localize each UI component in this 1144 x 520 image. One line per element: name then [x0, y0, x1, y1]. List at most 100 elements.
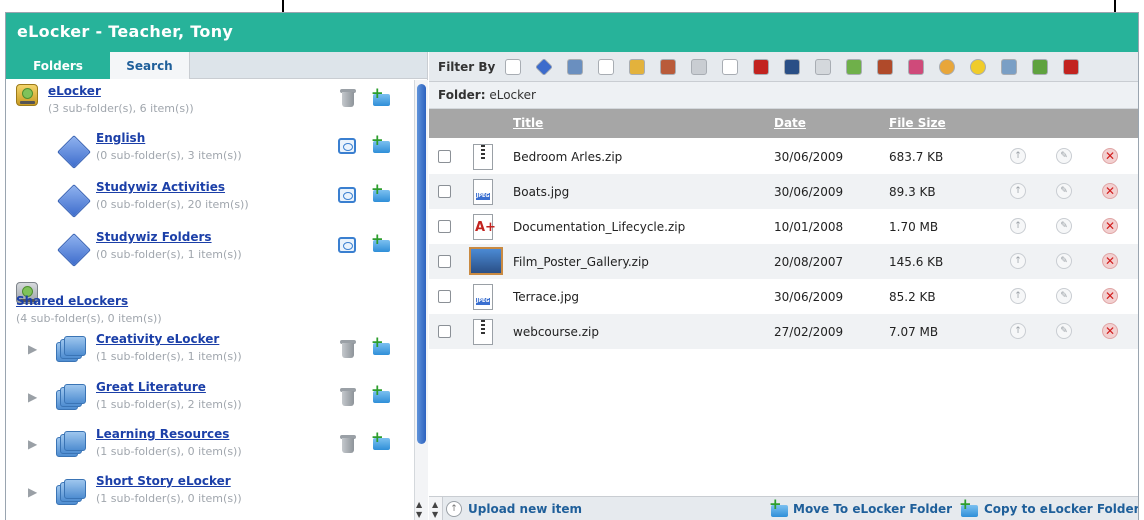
open-folder-icon[interactable]	[338, 237, 356, 253]
table-row[interactable]: A+ Documentation_Lifecycle.zip 10/01/2008 1…	[429, 209, 1138, 244]
note-icon[interactable]	[1001, 59, 1017, 75]
edit-icon[interactable]: ✎	[1056, 183, 1072, 199]
tree-node-title[interactable]: Learning Resources	[96, 427, 229, 441]
tree-node-title[interactable]: Creativity eLocker	[96, 332, 219, 346]
edit-icon[interactable]: ✎	[1056, 288, 1072, 304]
tree-node-title[interactable]: Studywiz Activities	[96, 180, 225, 194]
blue-diamond-icon[interactable]	[534, 57, 554, 77]
tree-node-elocker[interactable]: eLocker (3 sub-folder(s), 6 item(s)) +	[6, 80, 414, 126]
delete-icon[interactable]: ✕	[1102, 323, 1118, 339]
tree-node-title[interactable]: English	[96, 131, 145, 145]
add-folder-icon[interactable]: +	[371, 86, 391, 107]
pen-icon[interactable]	[908, 59, 924, 75]
upload-version-icon[interactable]: ↑	[1010, 218, 1026, 234]
expand-arrow-icon[interactable]: ▶	[28, 437, 37, 451]
upload-new-item-button[interactable]: Upload new item	[468, 502, 582, 516]
copy-to-elocker-button[interactable]: Copy to eLocker Folder	[984, 502, 1138, 516]
tree-node-learning-resources[interactable]: ▶ Learning Resources (1 sub-folder(s), 0…	[6, 423, 414, 469]
tab-search[interactable]: Search	[110, 52, 190, 79]
row-checkbox[interactable]	[438, 185, 451, 198]
delete-icon[interactable]: ✕	[1102, 288, 1118, 304]
row-checkbox[interactable]	[438, 255, 451, 268]
delete-icon[interactable]: ✕	[1102, 253, 1118, 269]
calendar-27-icon[interactable]	[753, 59, 769, 75]
column-date-header[interactable]: Date	[774, 116, 806, 130]
text-document-icon[interactable]	[598, 59, 614, 75]
expand-arrow-icon[interactable]: ▶	[28, 390, 37, 404]
table-row[interactable]: JPEG Boats.jpg 30/06/2009 89.3 KB ↑ ✎ ✕	[429, 174, 1138, 209]
table-row[interactable]: Bedroom Arles.zip 30/06/2009 683.7 KB ↑ ✎ ✕	[429, 139, 1138, 174]
table-row[interactable]: Film_Poster_Gallery.zip 20/08/2007 145.6 K…	[429, 244, 1138, 279]
file-name[interactable]: Documentation_Lifecycle.zip	[513, 220, 685, 234]
edit-icon[interactable]: ✎	[1056, 253, 1072, 269]
add-folder-icon[interactable]: +	[371, 232, 391, 253]
monitor-icon[interactable]	[1032, 59, 1048, 75]
open-folder-icon[interactable]	[338, 138, 356, 154]
file-name[interactable]: Boats.jpg	[513, 185, 569, 199]
scroll-up-arrow-icon[interactable]: ▲	[432, 500, 438, 509]
file-name[interactable]: Terrace.jpg	[513, 290, 579, 304]
move-to-elocker-button[interactable]: Move To eLocker Folder	[793, 502, 952, 516]
scroll-down-arrow-icon[interactable]: ▼	[416, 510, 422, 519]
checklist-icon[interactable]	[846, 59, 862, 75]
tab-folders[interactable]: Folders	[6, 52, 110, 79]
edit-icon[interactable]: ✎	[1056, 218, 1072, 234]
add-folder-icon[interactable]: +	[371, 335, 391, 356]
blank-document-icon[interactable]	[505, 59, 521, 75]
disk-icon[interactable]	[567, 59, 583, 75]
tree-node-english[interactable]: English (0 sub-folder(s), 3 item(s)) +	[6, 126, 414, 172]
row-checkbox[interactable]	[438, 290, 451, 303]
column-title-header[interactable]: Title	[513, 116, 543, 130]
tree-node-studywiz-folders[interactable]: Studywiz Folders (0 sub-folder(s), 1 ite…	[6, 224, 414, 270]
upload-icon[interactable]: ↑	[446, 501, 462, 517]
move-folder-icon[interactable]: +	[769, 497, 789, 518]
upload-version-icon[interactable]: ↑	[1010, 253, 1026, 269]
scroll-down-arrow-icon[interactable]: ▼	[432, 510, 438, 519]
tree-node-title[interactable]: Short Story eLocker	[96, 474, 231, 488]
tree-node-title[interactable]: eLocker	[48, 84, 101, 98]
file-name[interactable]: webcourse.zip	[513, 325, 599, 339]
scrollbar-thumb[interactable]	[417, 84, 426, 444]
expand-arrow-icon[interactable]: ▶	[28, 485, 37, 499]
edit-icon[interactable]: ✎	[1056, 323, 1072, 339]
add-folder-icon[interactable]: +	[371, 133, 391, 154]
copy-folder-icon[interactable]: +	[959, 497, 979, 518]
file-name[interactable]: Bedroom Arles.zip	[513, 150, 622, 164]
trash-icon[interactable]	[340, 89, 356, 107]
slide-icon[interactable]	[784, 59, 800, 75]
pencil-document-icon[interactable]	[660, 59, 676, 75]
inbox-icon[interactable]	[939, 59, 955, 75]
upload-version-icon[interactable]: ↑	[1010, 323, 1026, 339]
delete-icon[interactable]: ✕	[1102, 148, 1118, 164]
row-checkbox[interactable]	[438, 325, 451, 338]
trash-icon[interactable]	[340, 340, 356, 358]
basket-icon[interactable]	[877, 59, 893, 75]
tree-node-title[interactable]: Shared eLockers	[16, 294, 128, 308]
trash-icon[interactable]	[340, 435, 356, 453]
add-folder-icon[interactable]: +	[371, 430, 391, 451]
edit-icon[interactable]: ✎	[1056, 148, 1072, 164]
pdf-icon[interactable]	[1063, 59, 1079, 75]
row-checkbox[interactable]	[438, 150, 451, 163]
upload-version-icon[interactable]: ↑	[1010, 148, 1026, 164]
row-checkbox[interactable]	[438, 220, 451, 233]
delete-icon[interactable]: ✕	[1102, 218, 1118, 234]
add-folder-icon[interactable]: +	[371, 383, 391, 404]
tree-node-short-story-elocker[interactable]: ▶ Short Story eLocker (1 sub-folder(s), …	[6, 471, 414, 517]
draw-icon[interactable]	[691, 59, 707, 75]
tree-node-great-literature[interactable]: ▶ Great Literature (1 sub-folder(s), 2 i…	[6, 376, 414, 422]
table-row[interactable]: webcourse.zip 27/02/2009 7.07 MB ↑ ✎ ✕	[429, 314, 1138, 349]
plain-page-icon[interactable]	[722, 59, 738, 75]
open-folder-icon[interactable]	[338, 187, 356, 203]
footer-scroll-stepper[interactable]: ▲ ▼	[429, 497, 443, 520]
bubbles-icon[interactable]	[815, 59, 831, 75]
trash-icon[interactable]	[340, 388, 356, 406]
upload-version-icon[interactable]: ↑	[1010, 288, 1026, 304]
tree-scrollbar[interactable]: ▲ ▼	[414, 80, 428, 520]
smiley-icon[interactable]	[970, 59, 986, 75]
tree-node-shared-elockers[interactable]: Shared eLockers (4 sub-folder(s), 0 item…	[6, 274, 414, 325]
column-size-header[interactable]: File Size	[889, 116, 946, 130]
tree-node-studywiz-activities[interactable]: Studywiz Activities (0 sub-folder(s), 20…	[6, 175, 414, 221]
colour-grid-icon[interactable]	[629, 59, 645, 75]
table-row[interactable]: JPEG Terrace.jpg 30/06/2009 85.2 KB ↑ ✎ ✕	[429, 279, 1138, 314]
